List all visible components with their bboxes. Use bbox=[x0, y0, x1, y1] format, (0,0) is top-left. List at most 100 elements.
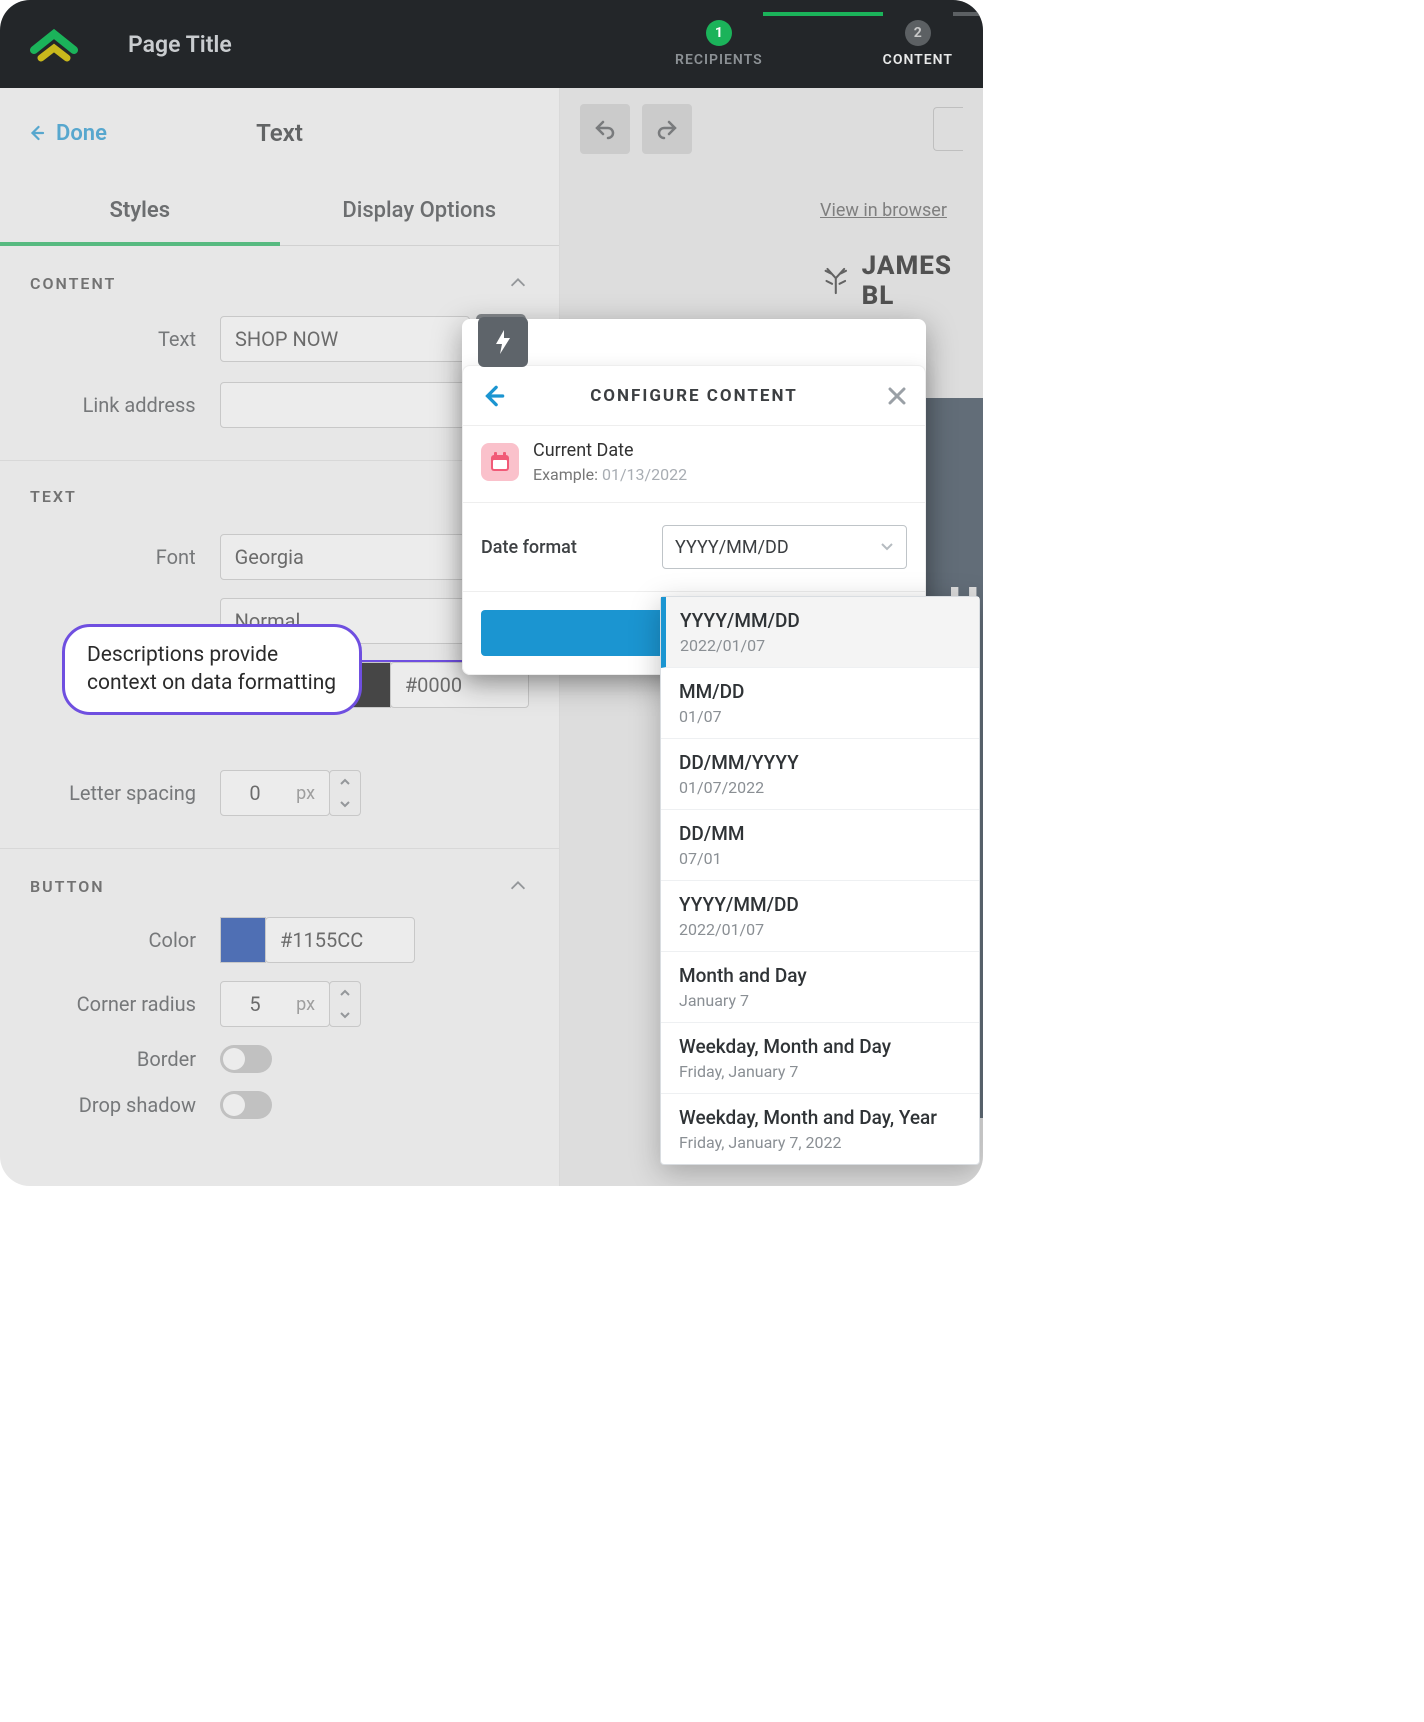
shadow-toggle[interactable] bbox=[220, 1091, 272, 1119]
dropdown-option[interactable]: Weekday, Month and Day Friday, January 7 bbox=[661, 1023, 979, 1094]
popover-trigger-icon[interactable] bbox=[478, 317, 528, 367]
dropdown-option-sub: Friday, January 7, 2022 bbox=[679, 1133, 961, 1152]
dropdown-option-sub: 01/07 bbox=[679, 707, 961, 726]
dropdown-option[interactable]: Weekday, Month and Day, Year Friday, Janu… bbox=[661, 1094, 979, 1164]
letter-spacing-spinner[interactable] bbox=[329, 770, 361, 816]
letter-spacing-value: 0 bbox=[235, 781, 275, 805]
shadow-label: Drop shadow bbox=[30, 1093, 220, 1117]
stepper: 1 RECIPIENTS 2 CONTENT bbox=[675, 0, 983, 88]
button-color-swatch[interactable] bbox=[220, 917, 266, 963]
brand-logo-icon bbox=[30, 26, 78, 62]
dropdown-option-sub: January 7 bbox=[679, 991, 961, 1010]
dropdown-option-sub: 2022/01/07 bbox=[679, 920, 961, 939]
dropdown-option[interactable]: Month and Day January 7 bbox=[661, 952, 979, 1023]
step-content[interactable]: 2 CONTENT bbox=[883, 20, 953, 68]
radius-spinner[interactable] bbox=[329, 981, 361, 1027]
dropdown-option-title: DD/MM/YYYY bbox=[679, 751, 961, 774]
dropdown-option-title: DD/MM bbox=[679, 822, 961, 845]
dropdown-option[interactable]: YYYY/MM/DD 2022/01/07 bbox=[661, 881, 979, 952]
date-format-value: YYYY/MM/DD bbox=[675, 537, 789, 558]
step-content-label: CONTENT bbox=[883, 52, 953, 68]
section-text-title: TEXT bbox=[30, 487, 77, 506]
page-title: Page Title bbox=[128, 31, 232, 58]
tab-styles[interactable]: Styles bbox=[0, 178, 280, 245]
radius-unit: px bbox=[296, 994, 315, 1015]
field-font-label: Font bbox=[30, 545, 220, 569]
dropdown-option[interactable]: MM/DD 01/07 bbox=[661, 668, 979, 739]
popover-current-text: Current Date Example: 01/13/2022 bbox=[533, 440, 687, 484]
step-recipients-number: 1 bbox=[706, 20, 732, 46]
section-content-head[interactable]: CONTENT bbox=[30, 272, 529, 294]
radius-value: 5 bbox=[235, 992, 275, 1016]
field-button-color: Color #1155CC bbox=[30, 917, 529, 963]
annotation-text: Descriptions provide context on data for… bbox=[87, 643, 336, 695]
date-format-label: Date format bbox=[481, 537, 577, 558]
tab-display-options[interactable]: Display Options bbox=[280, 178, 560, 245]
popover-field-date-format: Date format YYYY/MM/DD bbox=[463, 503, 925, 592]
field-radius: Corner radius 5 px bbox=[30, 981, 529, 1027]
dropdown-option-title: MM/DD bbox=[679, 680, 961, 703]
field-shadow: Drop shadow bbox=[30, 1091, 529, 1119]
button-color-hex: #1155CC bbox=[280, 928, 363, 952]
date-format-dropdown[interactable]: YYYY/MM/DD2022/01/07MM/DD01/07DD/MM/YYYY… bbox=[660, 596, 980, 1165]
dropdown-option-title: YYYY/MM/DD bbox=[680, 609, 961, 632]
chevron-up-icon bbox=[507, 272, 529, 294]
dropdown-option[interactable]: DD/MM 07/01 bbox=[661, 810, 979, 881]
panel-header: Done Text bbox=[0, 88, 559, 178]
radius-input[interactable]: 5 px bbox=[220, 981, 330, 1027]
calendar-icon bbox=[481, 443, 519, 481]
top-bar: Page Title 1 RECIPIENTS 2 CONTENT bbox=[0, 0, 983, 88]
chevron-up-icon[interactable] bbox=[330, 771, 360, 793]
dropdown-option[interactable]: DD/MM/YYYY 01/07/2022 bbox=[661, 739, 979, 810]
text-input-value: SHOP NOW bbox=[235, 327, 338, 351]
border-toggle[interactable] bbox=[220, 1045, 272, 1073]
current-date-example: Example: 01/13/2022 bbox=[533, 465, 687, 484]
button-color-label: Color bbox=[30, 928, 220, 952]
field-link: Link address bbox=[30, 382, 529, 428]
button-color-hex-input[interactable]: #1155CC bbox=[265, 917, 415, 963]
app-root: Page Title 1 RECIPIENTS 2 CONTENT Done bbox=[0, 0, 983, 1186]
popover-current: Current Date Example: 01/13/2022 bbox=[463, 426, 925, 503]
popover-title: CONFIGURE CONTENT bbox=[590, 386, 798, 406]
example-value: 01/13/2022 bbox=[602, 465, 687, 484]
dropdown-option-sub: Friday, January 7 bbox=[679, 1062, 961, 1081]
dropdown-option-sub: 07/01 bbox=[679, 849, 961, 868]
border-label: Border bbox=[30, 1047, 220, 1071]
chevron-down-icon bbox=[880, 542, 894, 552]
text-input[interactable]: SHOP NOW bbox=[220, 316, 470, 362]
field-text: Text SHOP NOW bbox=[30, 314, 529, 364]
logo-wrap: Page Title bbox=[30, 26, 232, 62]
section-button: BUTTON Color #1155CC Corner radius 5 px bbox=[0, 849, 559, 1151]
section-text-head: TEXT bbox=[30, 487, 529, 506]
date-format-select[interactable]: YYYY/MM/DD bbox=[662, 525, 907, 569]
section-button-title: BUTTON bbox=[30, 877, 105, 896]
step-recipients[interactable]: 1 RECIPIENTS bbox=[675, 20, 763, 68]
current-date-title: Current Date bbox=[533, 440, 687, 461]
popover-close-button[interactable] bbox=[887, 386, 907, 406]
text-color-hex: #0000 bbox=[405, 673, 462, 697]
letter-spacing-unit: px bbox=[296, 783, 315, 804]
letter-spacing-input[interactable]: 0 px bbox=[220, 770, 330, 816]
panel-title: Text bbox=[0, 119, 559, 147]
field-font: Font Georgia bbox=[30, 534, 529, 580]
font-value: Georgia bbox=[235, 545, 304, 569]
dropdown-option[interactable]: YYYY/MM/DD2022/01/07 bbox=[661, 597, 979, 668]
popover-back-button[interactable] bbox=[481, 383, 507, 409]
dropdown-option-title: Month and Day bbox=[679, 964, 961, 987]
dropdown-option-title: Weekday, Month and Day bbox=[679, 1035, 961, 1058]
section-button-head[interactable]: BUTTON bbox=[30, 875, 529, 897]
dropdown-option-sub: 01/07/2022 bbox=[679, 778, 961, 797]
field-link-label: Link address bbox=[30, 393, 220, 417]
chevron-down-icon[interactable] bbox=[330, 793, 360, 815]
dropdown-option-title: Weekday, Month and Day, Year bbox=[679, 1106, 961, 1129]
chevron-up-icon[interactable] bbox=[330, 982, 360, 1004]
section-content-title: CONTENT bbox=[30, 274, 116, 293]
example-label: Example: bbox=[533, 465, 598, 484]
dropdown-option-title: YYYY/MM/DD bbox=[679, 893, 961, 916]
field-text-label: Text bbox=[30, 327, 220, 351]
chevron-up-icon bbox=[507, 875, 529, 897]
step-line-1 bbox=[763, 12, 883, 16]
field-letter-spacing: Letter spacing 0 px bbox=[30, 770, 529, 816]
radius-label: Corner radius bbox=[30, 992, 220, 1016]
chevron-down-icon[interactable] bbox=[330, 1004, 360, 1026]
